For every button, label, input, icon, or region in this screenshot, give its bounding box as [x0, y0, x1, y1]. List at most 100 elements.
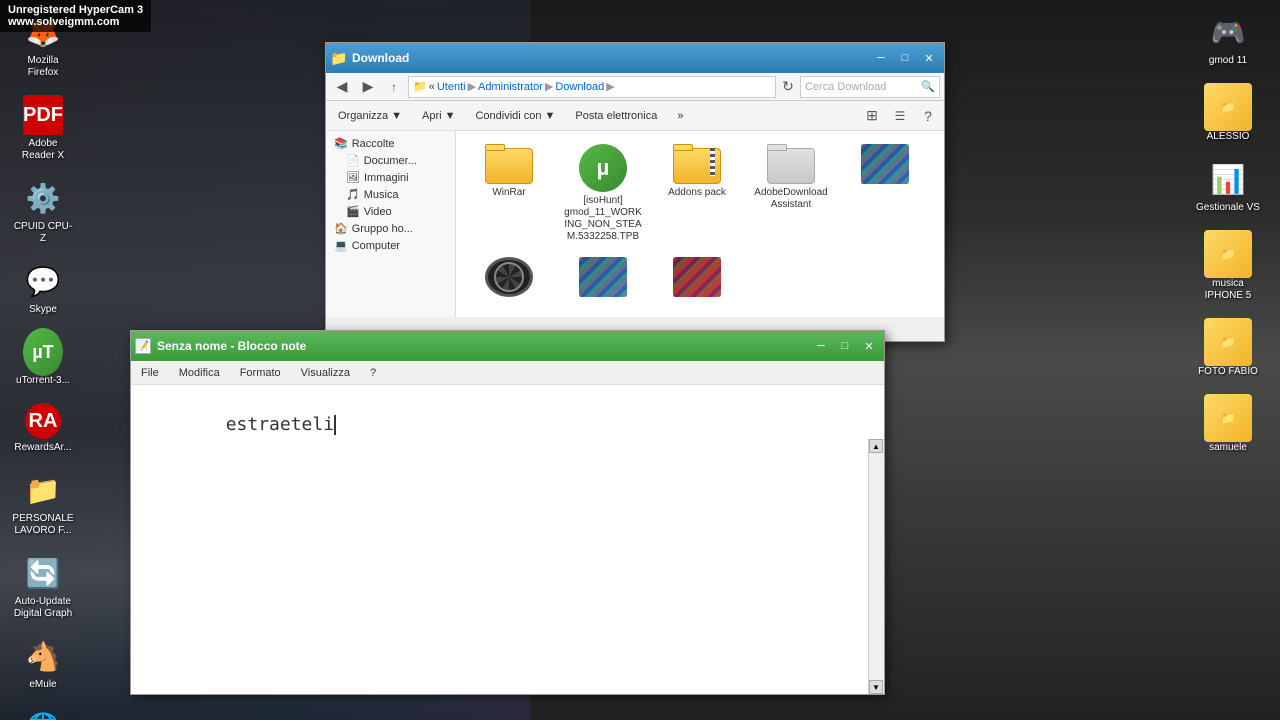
sidebar-immagini[interactable]: 🖼 Immagini — [326, 169, 455, 186]
breadcrumb-administrator[interactable]: Administrator — [478, 81, 543, 93]
file-grid: WinRar µ [isoHunt] gmod_11_WORKING_NON_S… — [460, 135, 940, 309]
sidebar-musica[interactable]: 🎵 Musica — [326, 186, 455, 203]
gmod-icon: 🎮 — [1208, 12, 1248, 52]
desktop: Unregistered HyperCam 3 www.solveigmm.co… — [0, 0, 1280, 720]
desktop-icon-utorrent[interactable]: µT uTorrent-3... — [8, 328, 78, 391]
posta-button[interactable]: Posta elettronica — [567, 104, 665, 128]
desktop-icon-personale[interactable]: 📁 PERSONALE LAVORO F... — [8, 466, 78, 541]
desktop-icon-gmod[interactable]: 🎮 gmod 11 — [1188, 8, 1268, 71]
notepad-menu-visualizza[interactable]: Visualizza — [295, 365, 356, 381]
file-item-winrar[interactable]: WinRar — [464, 139, 554, 248]
window-controls: ─ □ ✕ — [870, 48, 940, 68]
desktop-icon-samuele[interactable]: 📁 samuele — [1188, 390, 1268, 458]
view-icon2[interactable]: ☰ — [888, 105, 912, 127]
desktop-icon-musica[interactable]: 📁 musica IPHONE 5 — [1188, 226, 1268, 306]
video-file-icon — [485, 257, 533, 297]
video-icon: 🎬 — [346, 205, 360, 218]
cpuid-icon: ⚙️ — [23, 178, 63, 218]
notepad-menu-modifica[interactable]: Modifica — [173, 365, 226, 381]
file-item-gmod-torrent[interactable]: µ [isoHunt] gmod_11_WORKING_NON_STEAM.53… — [558, 139, 648, 248]
notepad-scrollbar[interactable]: ▲ ▼ — [868, 439, 884, 694]
desktop-icon-emule[interactable]: 🐴 eMule — [8, 632, 78, 695]
explorer-window: 📁 Download ─ □ ✕ ◀ ▶ ↑ 📁 « Utenti ▶ Admi… — [325, 42, 945, 342]
sidebar-computer[interactable]: 💻 Computer — [326, 237, 455, 254]
maximize-button[interactable]: □ — [894, 48, 916, 68]
explorer-titlebar: 📁 Download ─ □ ✕ — [326, 43, 944, 73]
notepad-minimize-button[interactable]: ─ — [810, 336, 832, 356]
breadcrumb-download[interactable]: Download — [555, 81, 604, 93]
notepad-window: 📝 Senza nome - Blocco note ─ □ ✕ File Mo… — [130, 330, 885, 695]
adobe-download-label: AdobeDownload Assistant — [751, 187, 831, 211]
organizza-arrow-icon: ▼ — [391, 110, 402, 122]
notepad-menu-file[interactable]: File — [135, 365, 165, 381]
more-button[interactable]: » — [669, 104, 691, 128]
adobe-reader-icon: PDF — [23, 95, 63, 135]
desktop-icon-gestionale[interactable]: 📊 Gestionale VS — [1188, 155, 1268, 218]
notepad-menubar: File Modifica Formato Visualizza ? — [131, 361, 884, 385]
auto-update-icon: 🔄 — [23, 553, 63, 593]
search-placeholder: Cerca Download — [805, 81, 886, 93]
desktop-icon-foto-fabio[interactable]: 📁 FOTO FABIO — [1188, 314, 1268, 382]
breadcrumb-arrow3: ▶ — [606, 80, 614, 93]
personale-icon: 📁 — [23, 470, 63, 510]
file-item-rar2[interactable] — [558, 252, 648, 305]
breadcrumb-arrow2: ▶ — [545, 80, 553, 93]
notepad-content-area[interactable]: estraeteli — [131, 385, 884, 640]
desktop-icon-alessio[interactable]: 📁 ALESSIO — [1188, 79, 1268, 147]
desktop-icons-left: 🦊 Mozilla Firefox PDF Adobe Reader X ⚙️ … — [0, 0, 140, 720]
utorrent-file-icon: µ — [579, 144, 627, 192]
file-item-rar3[interactable] — [652, 252, 742, 305]
desktop-icon-cpuid[interactable]: ⚙️ CPUID CPU-Z — [8, 174, 78, 249]
view-icon1[interactable]: ⊞ — [860, 105, 884, 127]
desktop-icon-adobe-reader[interactable]: PDF Adobe Reader X — [8, 91, 78, 166]
notepad-maximize-button[interactable]: □ — [834, 336, 856, 356]
file-item-rar1[interactable] — [840, 139, 930, 248]
minimize-button[interactable]: ─ — [870, 48, 892, 68]
desktop-icon-auto-update[interactable]: 🔄 Auto-Update Digital Graph — [8, 549, 78, 624]
immagini-icon: 🖼 — [346, 171, 360, 184]
emule-icon: 🐴 — [23, 636, 63, 676]
musica-folder-icon: 📁 — [1204, 230, 1252, 278]
sidebar-documenti[interactable]: 📄 Documer... — [326, 152, 455, 169]
alessio-folder-icon: 📁 — [1204, 83, 1252, 131]
desktop-icon-skype[interactable]: 💬 Skype — [8, 257, 78, 320]
file-item-video[interactable] — [464, 252, 554, 305]
file-item-adobe-download[interactable]: AdobeDownload Assistant — [746, 139, 836, 248]
refresh-button[interactable]: ↻ — [778, 76, 798, 98]
rar3-icon — [673, 257, 721, 297]
notepad-titlebar: 📝 Senza nome - Blocco note ─ □ ✕ — [131, 331, 884, 361]
notepad-cursor — [334, 415, 336, 435]
apri-button[interactable]: Apri ▼ — [414, 104, 463, 128]
notepad-menu-help[interactable]: ? — [364, 365, 382, 381]
explorer-sidebar: 📚 Raccolte 📄 Documer... 🖼 Immagini 🎵 Mus… — [326, 131, 456, 317]
file-item-addons-pack[interactable]: Addons pack — [652, 139, 742, 248]
winrar-folder-label: WinRar — [492, 187, 525, 199]
back-button[interactable]: ◀ — [330, 76, 354, 98]
address-bar[interactable]: 📁 « Utenti ▶ Administrator ▶ Download ▶ — [408, 76, 776, 98]
notepad-title-icon: 📝 — [135, 338, 151, 354]
close-button[interactable]: ✕ — [918, 48, 940, 68]
sidebar-gruppo-ho[interactable]: 🏠 Gruppo ho... — [326, 220, 455, 237]
notepad-close-button[interactable]: ✕ — [858, 336, 880, 356]
explorer-title-icon: 📁 — [330, 50, 346, 66]
sidebar-raccolte[interactable]: 📚 Raccolte — [326, 135, 455, 152]
samuele-folder-icon: 📁 — [1204, 394, 1252, 442]
sidebar-video[interactable]: 🎬 Video — [326, 203, 455, 220]
breadcrumb-utenti[interactable]: Utenti — [437, 81, 466, 93]
up-button[interactable]: ↑ — [382, 76, 406, 98]
explorer-actionbar: Organizza ▼ Apri ▼ Condividi con ▼ Posta… — [326, 101, 944, 131]
addons-pack-folder-icon — [673, 144, 721, 184]
winrar-folder-icon — [485, 144, 533, 184]
search-box[interactable]: Cerca Download 🔍 — [800, 76, 940, 98]
forward-button[interactable]: ▶ — [356, 76, 380, 98]
explorer-content: WinRar µ [isoHunt] gmod_11_WORKING_NON_S… — [456, 131, 944, 317]
documenti-icon: 📄 — [346, 154, 360, 167]
condividi-button[interactable]: Condividi con ▼ — [467, 104, 563, 128]
musica-sidebar-icon: 🎵 — [346, 188, 360, 201]
rar2-icon — [579, 257, 627, 297]
desktop-icon-ie[interactable]: 🌐 Internet Explorer — [8, 703, 78, 720]
organizza-button[interactable]: Organizza ▼ — [330, 104, 410, 128]
help-button[interactable]: ? — [916, 105, 940, 127]
notepad-menu-formato[interactable]: Formato — [234, 365, 287, 381]
desktop-icon-rewards[interactable]: RA RewardsAr... — [8, 399, 78, 458]
